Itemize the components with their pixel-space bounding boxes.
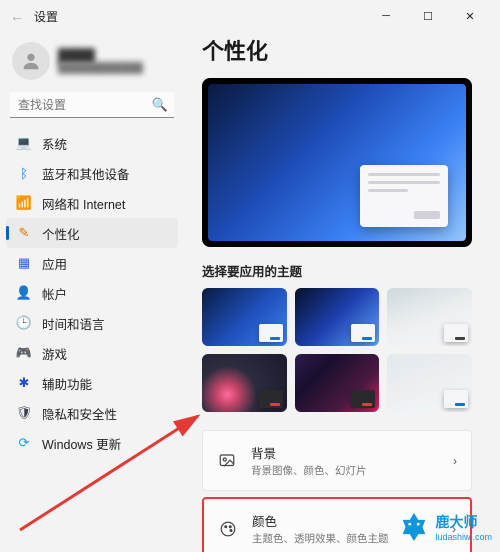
sidebar-item-label: 隐私和安全性 [42, 404, 117, 423]
privacy-icon: 🛡 [16, 405, 32, 421]
user-email: ████████████ [58, 63, 143, 74]
theme-option-6[interactable] [387, 354, 472, 412]
gaming-icon: 🎮 [16, 345, 32, 361]
maximize-button[interactable]: ☐ [408, 2, 448, 30]
sidebar-item-label: 辅助功能 [42, 374, 92, 393]
sidebar-item-apps[interactable]: ▦ 应用 [6, 248, 178, 278]
sidebar-item-label: 个性化 [42, 224, 80, 243]
update-icon: ⟳ [16, 435, 32, 451]
main-content: 个性化 选择要应用的主题 背景 背景图像、颜色、幻灯片 › 颜色 主题色、透明效… [184, 32, 500, 552]
title-bar: ← 设置 ─ ☐ ✕ [0, 0, 500, 32]
option-subtitle: 背景图像、颜色、幻灯片 [251, 463, 439, 478]
network-icon: 📶 [16, 195, 32, 211]
search-icon: 🔍 [152, 97, 168, 113]
sidebar-item-system[interactable]: 💻 系统 [6, 128, 178, 158]
theme-option-2[interactable] [295, 288, 380, 346]
sidebar-item-label: Windows 更新 [42, 434, 121, 453]
theme-option-5[interactable] [295, 354, 380, 412]
sidebar-item-label: 网络和 Internet [42, 194, 125, 213]
colors-icon [218, 520, 238, 538]
system-icon: 💻 [16, 135, 32, 151]
sidebar-item-label: 系统 [42, 134, 67, 153]
search-box[interactable]: 🔍 [10, 92, 174, 118]
theme-grid [202, 288, 472, 412]
apps-icon: ▦ [16, 255, 32, 271]
search-input[interactable] [10, 92, 174, 118]
themes-label: 选择要应用的主题 [202, 261, 472, 280]
sidebar-item-bluetooth[interactable]: ᛒ 蓝牙和其他设备 [6, 158, 178, 188]
sidebar-item-accessibility[interactable]: ✱ 辅助功能 [6, 368, 178, 398]
sidebar-item-network[interactable]: 📶 网络和 Internet [6, 188, 178, 218]
option-background[interactable]: 背景 背景图像、颜色、幻灯片 › [202, 430, 472, 491]
accounts-icon: 👤 [16, 285, 32, 301]
sidebar-item-label: 游戏 [42, 344, 67, 363]
user-card[interactable]: ████ ████████████ [6, 38, 178, 90]
close-button[interactable]: ✕ [450, 2, 490, 30]
desktop-preview [202, 78, 472, 247]
background-icon [217, 452, 237, 470]
sidebar-item-update[interactable]: ⟳ Windows 更新 [6, 428, 178, 458]
bluetooth-icon: ᛒ [16, 165, 32, 181]
avatar [12, 42, 50, 80]
time-icon: 🕒 [16, 315, 32, 331]
chevron-right-icon: › [453, 454, 457, 468]
theme-option-1[interactable] [202, 288, 287, 346]
option-title: 背景 [251, 443, 439, 462]
user-name: ████ [58, 48, 143, 63]
sidebar-item-label: 蓝牙和其他设备 [42, 164, 130, 183]
accessibility-icon: ✱ [16, 375, 32, 391]
page-title: 个性化 [202, 34, 472, 66]
window-title: 设置 [34, 8, 58, 25]
sidebar-item-personalize[interactable]: ✎ 个性化 [6, 218, 178, 248]
sidebar-item-label: 应用 [42, 254, 67, 273]
sidebar-item-label: 时间和语言 [42, 314, 105, 333]
minimize-button[interactable]: ─ [366, 2, 406, 30]
sidebar-item-time[interactable]: 🕒 时间和语言 [6, 308, 178, 338]
sidebar-item-privacy[interactable]: 🛡 隐私和安全性 [6, 398, 178, 428]
sidebar-item-label: 帐户 [42, 284, 67, 303]
theme-option-3[interactable] [387, 288, 472, 346]
back-button[interactable]: ← [10, 8, 24, 24]
sidebar-item-accounts[interactable]: 👤 帐户 [6, 278, 178, 308]
personalize-icon: ✎ [16, 225, 32, 241]
watermark: 鹿大师 ludashiwj.com [397, 510, 492, 544]
theme-option-4[interactable] [202, 354, 287, 412]
sidebar: ████ ████████████ 🔍 💻 系统 ᛒ 蓝牙和其他设备 📶 网络和 Inte… [0, 32, 184, 552]
sidebar-item-gaming[interactable]: 🎮 游戏 [6, 338, 178, 368]
